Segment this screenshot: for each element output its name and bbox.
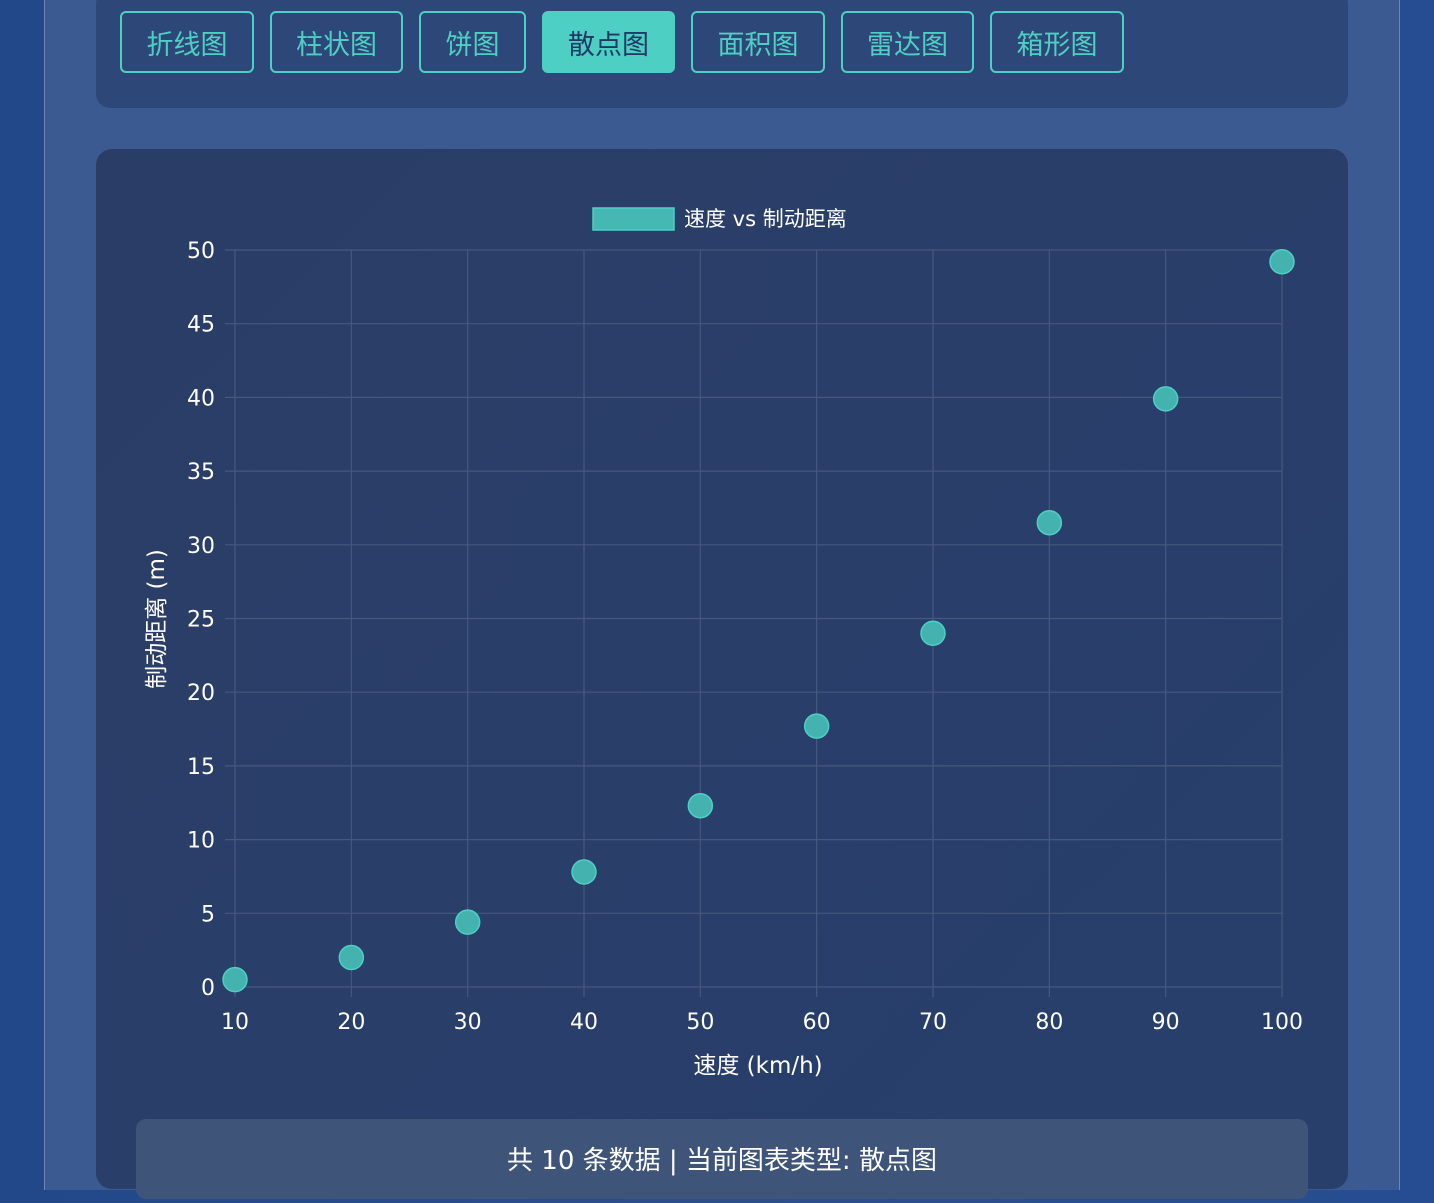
y-tick-label: 20 [187, 681, 215, 706]
x-tick-label: 70 [919, 1010, 947, 1035]
x-tick-label: 40 [570, 1010, 598, 1035]
x-tick-label: 80 [1035, 1010, 1063, 1035]
legend-swatch [592, 207, 675, 231]
x-tick-label: 100 [1261, 1010, 1303, 1035]
scatter-point[interactable] [920, 620, 946, 646]
y-axis-label: 制动距离 (m) [144, 549, 170, 689]
chart-type-tabs: 折线图 柱状图 饼图 散点图 面积图 雷达图 箱形图 [96, 0, 1348, 108]
grid-lines [225, 249, 1283, 997]
scatter-point[interactable] [222, 966, 248, 993]
x-tick-label: 20 [337, 1010, 365, 1035]
scatter-chart: 05101520253035404550 10 20 30 40 50 60 70 80 90 1… [144, 207, 1303, 1079]
tab-scatter-chart[interactable]: 散点图 [542, 11, 675, 73]
legend[interactable]: 速度 vs 制动距离 [592, 207, 847, 231]
x-tick-label: 90 [1152, 1010, 1180, 1035]
tab-pie-chart[interactable]: 饼图 [419, 11, 526, 73]
scatter-point[interactable] [687, 792, 714, 819]
y-tick-label: 30 [187, 534, 215, 559]
y-tick-label: 40 [187, 386, 215, 411]
tab-radar-chart[interactable]: 雷达图 [841, 11, 974, 73]
chart-card: 0 5 10 15 20 25 30 35 40 45 50 10 20 30 40 50 60 70 80 90 1… [96, 149, 1348, 1189]
data-summary-footer: 共 10 条数据 | 当前图表类型: 散点图 [136, 1119, 1308, 1199]
scatter-point[interactable] [1036, 509, 1063, 536]
tab-bar-chart[interactable]: 柱状图 [270, 11, 403, 73]
scatter-point[interactable] [803, 713, 830, 739]
x-tick-label: 50 [686, 1010, 714, 1035]
scatter-point[interactable] [454, 909, 481, 935]
scatter-point[interactable] [1152, 386, 1179, 412]
y-tick-label: 50 [187, 239, 215, 264]
x-axis-ticks: 10 20 30 40 50 60 70 80 90 100 [221, 1010, 1303, 1035]
tab-area-chart[interactable]: 面积图 [691, 11, 825, 73]
tab-line-chart[interactable]: 折线图 [120, 11, 254, 73]
scatter-point[interactable] [571, 859, 597, 885]
y-tick-label: 25 [187, 608, 215, 633]
y-tick-label: 10 [187, 829, 215, 854]
y-tick-label: 15 [187, 755, 215, 780]
x-tick-label: 10 [221, 1010, 249, 1035]
y-axis-ticks: 0 5 10 15 20 25 30 35 40 45 50 [187, 239, 215, 1001]
legend-label: 速度 vs 制动距离 [684, 207, 847, 231]
x-axis-label: 速度 (km/h) [693, 1053, 822, 1079]
tab-box-chart[interactable]: 箱形图 [990, 11, 1124, 73]
x-tick-label: 60 [803, 1010, 831, 1035]
x-tick-label: 30 [454, 1010, 482, 1035]
scatter-point[interactable] [1269, 249, 1295, 275]
y-tick-label: 5 [201, 902, 215, 927]
y-tick-label: 35 [187, 460, 215, 485]
y-tick-label: 45 [187, 313, 215, 338]
data-points [222, 249, 1295, 993]
scatter-point[interactable] [338, 944, 365, 971]
y-tick-label: 0 [201, 976, 215, 1001]
